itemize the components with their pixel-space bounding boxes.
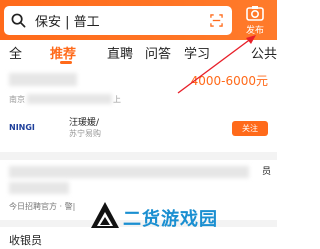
job-title[interactable]: 收银员 bbox=[9, 232, 42, 248]
follow-button[interactable]: 关注 bbox=[232, 121, 268, 136]
job-card[interactable]: 4000-6000元 南京 上 NINGI 汪瑗媛/ 苏宁易购 关注 bbox=[0, 64, 277, 152]
publish-label: 发布 bbox=[245, 26, 264, 36]
tab-study[interactable]: 学习 bbox=[184, 43, 210, 62]
job-title-tail: 员 bbox=[261, 167, 271, 177]
tab-all[interactable]: 全 bbox=[9, 43, 22, 62]
tab-recommended[interactable]: 推荐 bbox=[50, 43, 76, 62]
salary-label: 4000-6000元 bbox=[190, 74, 268, 88]
search-bar[interactable]: 保安 | 普工 bbox=[4, 6, 232, 35]
search-input[interactable]: 保安 | 普工 bbox=[35, 11, 100, 30]
blurred-job-tags bbox=[27, 94, 112, 104]
watermark-text: 二货游戏园 bbox=[123, 209, 218, 230]
card-divider bbox=[0, 152, 277, 160]
job-meta: 今日招聘官方 · 警| bbox=[9, 202, 76, 211]
company-logo: NINGI bbox=[9, 118, 40, 138]
search-icon bbox=[11, 13, 26, 28]
tab-direct-hire[interactable]: 直聘 bbox=[107, 43, 133, 62]
recruiter-name: 汪瑗媛/ bbox=[69, 118, 100, 128]
camera-icon bbox=[246, 6, 264, 21]
blurred-job-title bbox=[9, 166, 249, 178]
top-header: 保安 | 普工 发布 bbox=[0, 0, 277, 40]
job-location: 南京 bbox=[9, 95, 25, 104]
job-tag-tail: 上 bbox=[113, 95, 121, 104]
scan-icon[interactable] bbox=[210, 14, 223, 27]
watermark-logo-icon bbox=[91, 202, 119, 228]
company-name: 苏宁易购 bbox=[69, 129, 101, 138]
blurred-job-title bbox=[9, 73, 77, 86]
tab-qa[interactable]: 问答 bbox=[145, 43, 171, 62]
tab-public[interactable]: 公共 bbox=[251, 43, 277, 62]
category-tabs: 全 推荐 直聘 问答 学习 公共 bbox=[0, 40, 277, 64]
blurred-job-subtitle bbox=[9, 182, 69, 194]
publish-button[interactable]: 发布 bbox=[237, 3, 273, 39]
